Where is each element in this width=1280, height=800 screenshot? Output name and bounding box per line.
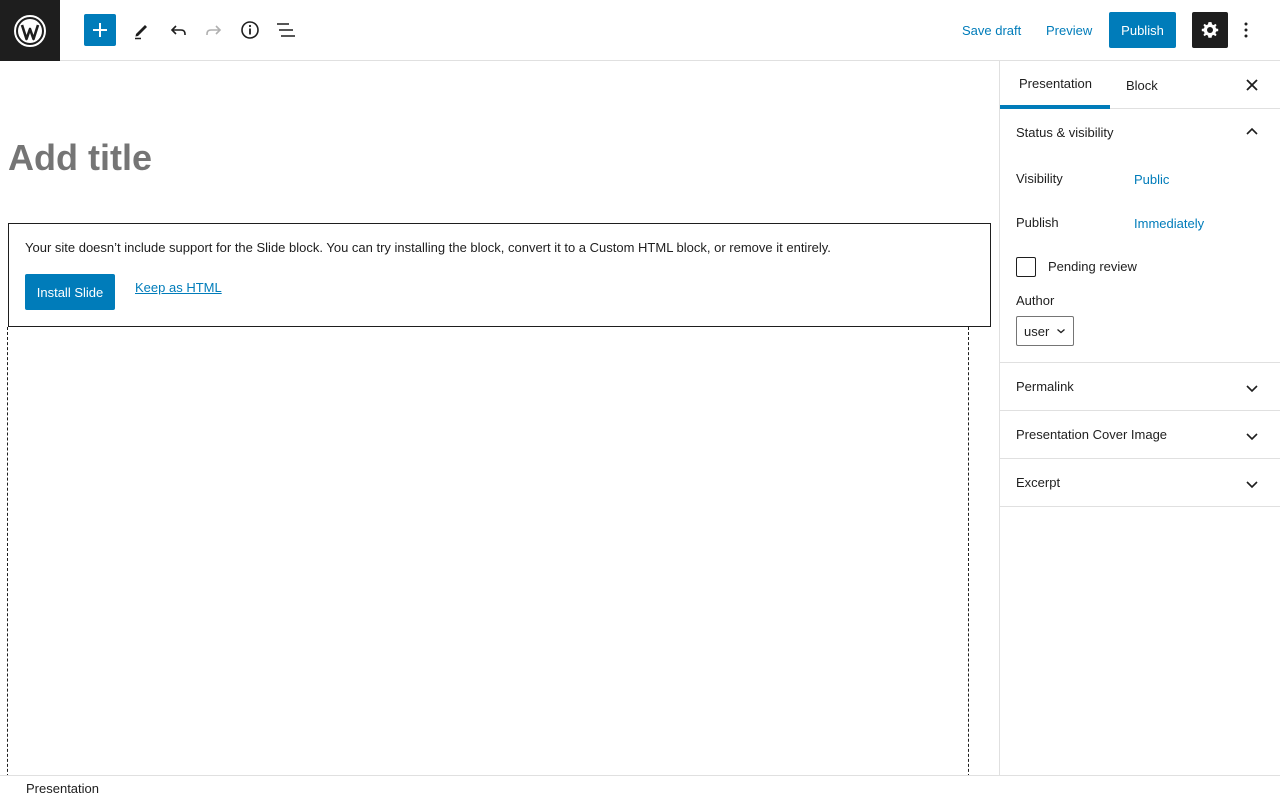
publish-label: Publish <box>1016 215 1059 230</box>
install-block-button[interactable]: Install Slide <box>25 274 115 310</box>
missing-block-message: Your site doesn’t include support for th… <box>25 240 831 255</box>
pencil-icon <box>135 25 147 40</box>
visibility-label: Visibility <box>1016 171 1063 186</box>
missing-block-warning[interactable]: Your site doesn’t include support for th… <box>8 223 991 327</box>
details-button[interactable] <box>232 12 268 48</box>
undo-button[interactable] <box>160 12 196 48</box>
visibility-value-button[interactable]: Public <box>1134 172 1169 187</box>
cover-image-toggle[interactable]: Presentation Cover Image <box>1016 427 1167 442</box>
chevron-up-icon[interactable] <box>1243 123 1261 141</box>
keep-as-html-link[interactable]: Keep as HTML <box>135 280 222 295</box>
cover-image-panel[interactable]: Presentation Cover Image <box>1000 411 1280 459</box>
permalink-panel[interactable]: Permalink <box>1000 363 1280 411</box>
redo-button[interactable] <box>196 12 232 48</box>
list-view-button[interactable] <box>268 12 304 48</box>
tab-block[interactable]: Block <box>1126 61 1158 109</box>
close-icon <box>1246 79 1258 91</box>
chevron-down-icon <box>1057 329 1065 334</box>
status-visibility-toggle[interactable]: Status & visibility <box>1016 125 1114 140</box>
status-visibility-panel: Status & visibility Visibility Public Pu… <box>1000 109 1280 363</box>
pending-review-label[interactable]: Pending review <box>1048 259 1137 274</box>
publish-date-button[interactable]: Immediately <box>1134 216 1204 231</box>
plus-icon <box>93 23 107 37</box>
author-select[interactable]: user <box>1016 316 1074 346</box>
excerpt-toggle[interactable]: Excerpt <box>1016 475 1060 490</box>
block-breadcrumb-bar: Presentation <box>0 775 1280 800</box>
editor-canvas: Add title Your site doesn’t include supp… <box>0 61 999 787</box>
chevron-down-icon[interactable] <box>1243 427 1261 445</box>
save-draft-button[interactable]: Save draft <box>952 12 1031 48</box>
editor-toolbar: Save draft Preview Publish <box>0 0 1280 61</box>
author-label: Author <box>1016 293 1055 308</box>
gear-icon <box>1201 22 1219 38</box>
preview-button[interactable]: Preview <box>1036 12 1102 48</box>
tab-presentation[interactable]: Presentation <box>1000 61 1110 109</box>
add-block-button[interactable] <box>84 14 116 46</box>
post-title-input[interactable]: Add title <box>8 137 152 179</box>
publish-button[interactable]: Publish <box>1109 12 1176 48</box>
permalink-toggle[interactable]: Permalink <box>1016 379 1074 394</box>
tools-button[interactable] <box>124 12 160 48</box>
settings-sidebar: Presentation Block Status & visibility V… <box>999 61 1280 775</box>
sidebar-tabs: Presentation Block <box>1000 61 1280 109</box>
list-view-icon <box>277 23 295 37</box>
breadcrumb-presentation[interactable]: Presentation <box>26 781 99 796</box>
presentation-slide-area[interactable] <box>7 327 969 787</box>
info-icon <box>241 21 259 39</box>
close-sidebar-button[interactable] <box>1240 73 1264 97</box>
chevron-down-icon[interactable] <box>1243 379 1261 397</box>
wordpress-logo-icon[interactable] <box>0 0 60 61</box>
more-vertical-icon <box>1244 22 1248 38</box>
excerpt-panel[interactable]: Excerpt <box>1000 459 1280 507</box>
options-button[interactable] <box>1234 12 1258 48</box>
pending-review-checkbox[interactable] <box>1016 257 1036 277</box>
undo-icon <box>170 25 186 35</box>
redo-icon <box>206 25 222 35</box>
settings-button[interactable] <box>1192 12 1228 48</box>
author-select-value: user <box>1024 323 1050 339</box>
chevron-down-icon[interactable] <box>1243 475 1261 493</box>
